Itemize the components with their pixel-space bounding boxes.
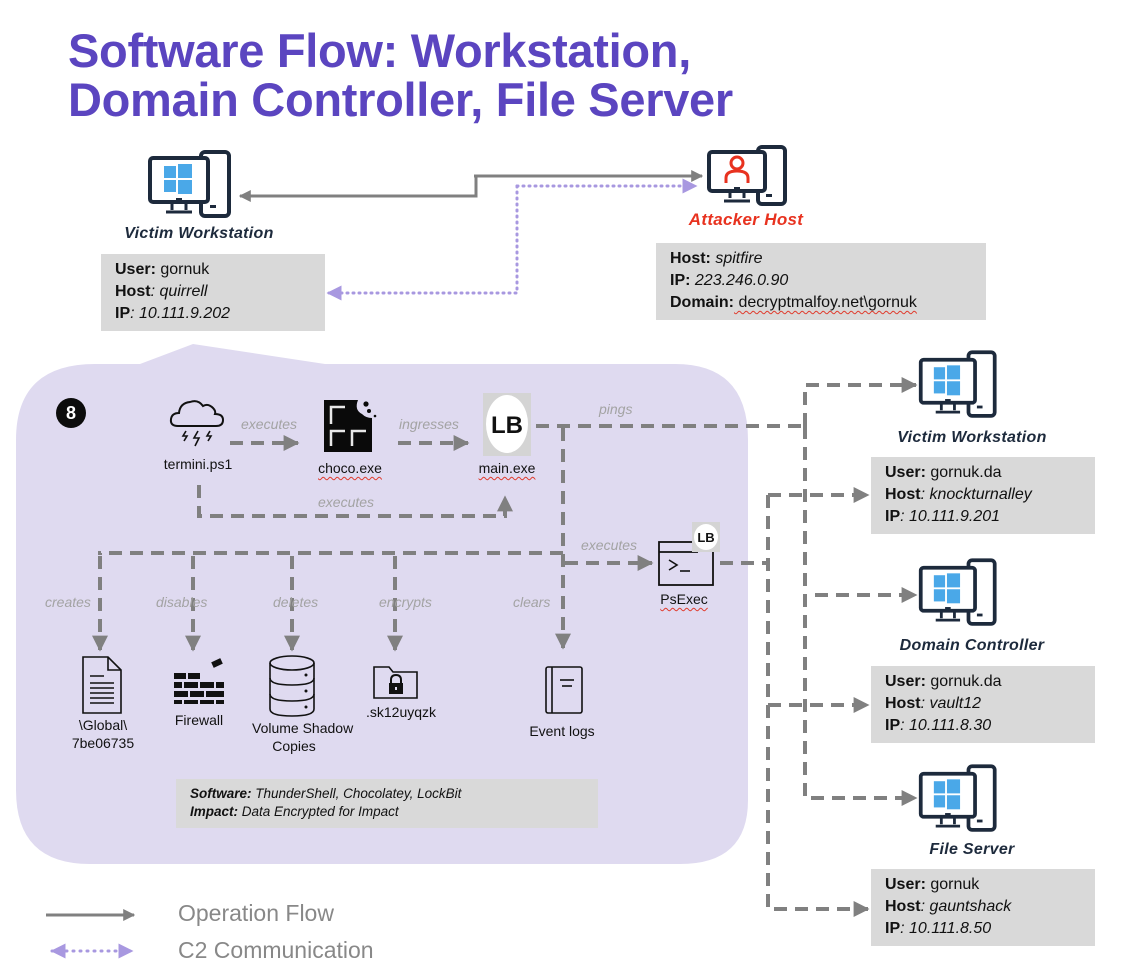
attacker-host-info: Host: spitfire IP: 223.246.0.90 Domain: … — [656, 243, 986, 320]
choco-label: choco.exe — [318, 460, 382, 476]
psexec-lockbit-badge-icon: LB — [692, 522, 720, 552]
info-ip: IP: 223.246.0.90 — [670, 272, 789, 289]
edge-label-pings: pings — [599, 401, 633, 417]
trunk-psexec — [766, 495, 870, 917]
chocolatey-icon — [324, 400, 378, 459]
global-mutex-label: \Global\ 7be06735 — [71, 717, 135, 751]
info-host: Host: vault12 — [885, 695, 982, 712]
step-number-badge: 8 — [56, 398, 86, 428]
info-user: User: gornuk.da — [885, 673, 1002, 690]
domain-controller-label: Domain Controller — [899, 637, 1045, 654]
c2-line — [326, 184, 519, 301]
victim-workstation-right-info: User: gornuk.da Host: knockturnalley IP:… — [871, 457, 1095, 534]
info-ip: IP: 10.111.9.201 — [885, 508, 1001, 525]
edge-label-executes-choco: executes — [241, 416, 298, 432]
info-host: Host: gauntshack — [885, 898, 1012, 915]
legend-operation-flow: Operation Flow — [178, 900, 334, 926]
firewall-label: Firewall — [174, 712, 224, 728]
file-server-icon — [917, 764, 1005, 839]
log-book-icon — [545, 666, 583, 719]
info-ip: IP: 10.111.8.30 — [885, 717, 992, 734]
edge-label-executes-psexec: executes — [581, 537, 638, 553]
victim-workstation-top-icon — [146, 150, 240, 225]
info-host: Host: quirrell — [115, 283, 208, 300]
attacker-host-icon — [706, 145, 790, 212]
info-user: User: gornuk — [115, 261, 210, 278]
step-summary: Software: ThunderShell, Chocolatey, Lock… — [176, 779, 598, 828]
victim-workstation-right-icon — [917, 350, 1005, 425]
volume-shadow-copies-label: Volume Shadow Copies — [252, 720, 354, 754]
edge-label-encrypts: encrypts — [379, 594, 432, 610]
file-server-info: User: gornuk Host: gauntshack IP: 10.111… — [871, 869, 1095, 946]
database-icon — [268, 655, 316, 722]
info-user: User: gornuk.da — [885, 464, 1002, 481]
info-ip: IP: 10.111.9.202 — [115, 305, 231, 322]
victim-workstation-label: Victim Workstation — [124, 225, 274, 242]
termini-label: termini.ps1 — [163, 456, 233, 472]
thundershell-cloud-icon — [168, 396, 226, 453]
info-host: Host: knockturnalley — [885, 486, 1032, 503]
file-server-label: File Server — [929, 841, 1015, 858]
attacker-host-label: Attacker Host — [688, 210, 804, 229]
info-host: Host: spitfire — [670, 250, 763, 267]
info-domain: Domain: decryptmalfoy.net\gornuk — [670, 294, 917, 311]
svg-text:LB: LB — [697, 530, 714, 545]
summary-impact: Impact: Data Encrypted for Impact — [190, 804, 399, 819]
event-logs-label: Event logs — [529, 723, 595, 739]
psexec-label: PsExec — [660, 591, 708, 607]
trunk-pings — [803, 377, 918, 426]
encrypted-extension-label: .sk12uyqzk — [366, 704, 437, 720]
summary-software: Software: ThunderShell, Chocolatey, Lock… — [190, 786, 462, 801]
edge-label-clears: clears — [513, 594, 551, 610]
edge-label-executes-main: executes — [318, 494, 375, 510]
lockbit-icon: LB — [483, 393, 531, 456]
domain-controller-icon — [917, 558, 1005, 633]
edge-label-deletes: deletes — [273, 594, 319, 610]
document-icon — [82, 656, 122, 719]
operation-flow-line — [238, 176, 478, 202]
domain-controller-info: User: gornuk.da Host: vault12 IP: 10.111… — [871, 666, 1095, 743]
legend-c2-communication: C2 Communication — [178, 937, 374, 963]
edge-label-creates: creates — [45, 594, 91, 610]
edge-label-disables: disables — [156, 594, 208, 610]
info-user: User: gornuk — [885, 876, 980, 893]
locked-folder-icon — [373, 664, 419, 705]
main-label: main.exe — [478, 460, 536, 476]
svg-text:LB: LB — [491, 412, 523, 439]
victim-workstation-right-label: Victim Workstation — [897, 429, 1047, 446]
info-ip: IP: 10.111.8.50 — [885, 920, 992, 937]
edge-label-ingresses: ingresses — [399, 416, 459, 432]
firewall-icon — [174, 658, 226, 709]
victim-workstation-info: User: gornuk Host: quirrell IP: 10.111.9… — [101, 254, 325, 331]
